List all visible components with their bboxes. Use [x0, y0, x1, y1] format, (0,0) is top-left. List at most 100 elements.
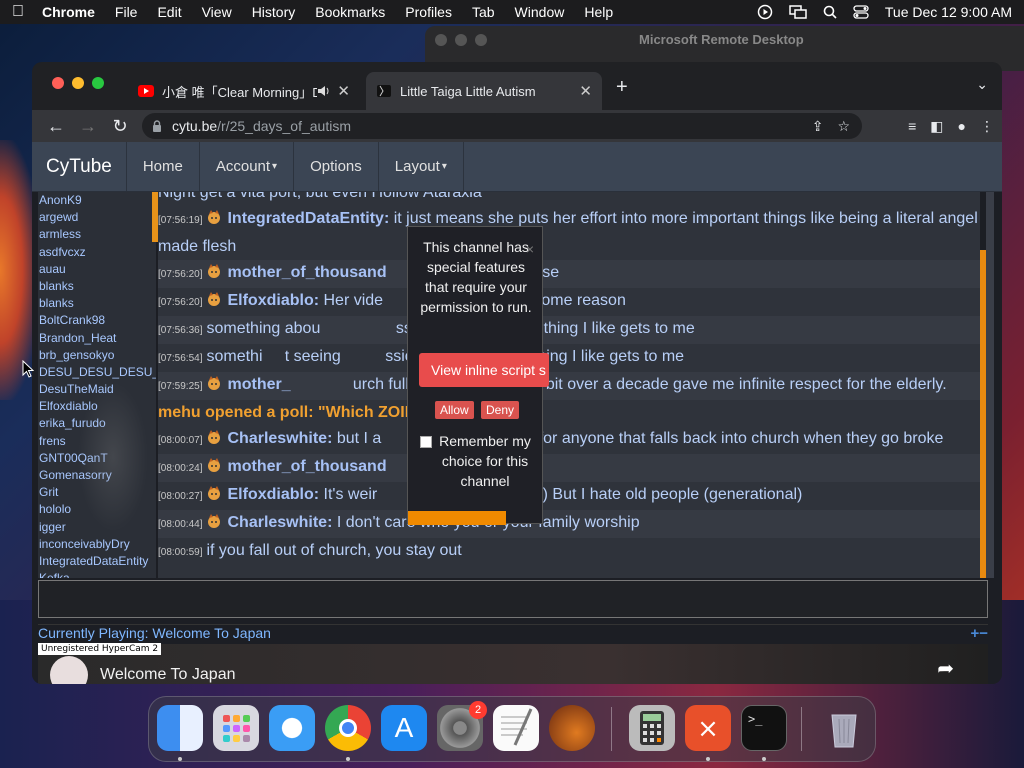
user-list-item[interactable]: auau: [38, 261, 156, 278]
back-arrow-icon[interactable]: ←: [40, 116, 72, 137]
user-list-item[interactable]: BoltCrank98: [38, 312, 156, 329]
user-list-item[interactable]: Kefka: [38, 570, 156, 578]
close-window-button[interactable]: [52, 77, 64, 89]
user-list-item[interactable]: DESU_DESU_DESU_: [38, 364, 156, 381]
remember-choice[interactable]: Remember my choice for this channel: [418, 431, 538, 491]
close-icon[interactable]: ×: [526, 241, 534, 257]
garageband-icon[interactable]: [549, 705, 595, 751]
finder-icon[interactable]: [157, 705, 203, 751]
tab-cytube[interactable]: Little Taiga Little Autism ✕: [366, 72, 602, 110]
user-list-item[interactable]: inconceivablyDry: [38, 536, 156, 553]
textedit-icon[interactable]: [493, 705, 539, 751]
user-list-item[interactable]: blanks: [38, 295, 156, 312]
spotlight-search-icon[interactable]: [823, 5, 837, 19]
share-arrow-icon[interactable]: ➦: [937, 656, 954, 681]
user-list-item[interactable]: armless: [38, 226, 156, 243]
app-store-icon[interactable]: A: [381, 705, 427, 751]
address-bar[interactable]: cytu.be/r/25_days_of_autism ⇪ ☆: [142, 113, 862, 139]
nav-home[interactable]: Home: [127, 142, 200, 191]
menu-edit[interactable]: Edit: [157, 4, 181, 20]
chat-username[interactable]: mother_of_thousand: [227, 264, 386, 281]
chat-username[interactable]: Elfoxdiablo:: [227, 486, 319, 503]
terminal-icon[interactable]: >_: [741, 705, 787, 751]
chrome-icon[interactable]: [325, 705, 371, 751]
trash-icon[interactable]: [821, 705, 867, 751]
forward-arrow-icon[interactable]: →: [72, 116, 104, 137]
speaker-icon[interactable]: [317, 85, 331, 97]
tab-title: Little Taiga Little Autism: [400, 83, 536, 99]
media-queue-icon[interactable]: ≡: [908, 118, 916, 135]
menubar-clock[interactable]: Tue Dec 12 9:00 AM: [885, 4, 1012, 20]
mouse-cursor-icon: [22, 360, 34, 378]
nav-account[interactable]: Account ▾: [200, 142, 295, 191]
cytube-brand[interactable]: CyTube: [32, 142, 127, 191]
nav-layout[interactable]: Layout ▾: [379, 142, 464, 191]
menu-view[interactable]: View: [202, 4, 232, 20]
screen-mirroring-icon[interactable]: [789, 5, 807, 19]
menu-file[interactable]: File: [115, 4, 138, 20]
safari-icon[interactable]: [269, 705, 315, 751]
lock-icon[interactable]: [152, 120, 162, 132]
deny-button[interactable]: Deny: [481, 401, 520, 419]
nav-options[interactable]: Options: [294, 142, 379, 191]
system-settings-icon[interactable]: 2: [437, 701, 487, 751]
remember-checkbox[interactable]: [420, 436, 432, 448]
macos-menubar:  Chrome File Edit View History Bookmark…: [0, 0, 1024, 24]
chat-message: [07:56:54]somethi t seeing ssionate abou…: [158, 344, 980, 372]
chat-message: [07:59:25] mother_ urch full of old peopl…: [158, 372, 980, 400]
zoom-window-button[interactable]: [92, 77, 104, 89]
bookmark-star-icon[interactable]: ☆: [837, 118, 850, 135]
user-list-item[interactable]: asdfvcxz: [38, 244, 156, 261]
tab-youtube[interactable]: 小倉 唯「Clear Morning」D ✕: [128, 72, 360, 110]
share-icon[interactable]: ⇪: [812, 118, 824, 135]
video-title[interactable]: Welcome To Japan: [100, 666, 235, 684]
chat-username[interactable]: Charleswhite:: [227, 430, 332, 447]
close-tab-icon[interactable]: ✕: [579, 82, 592, 100]
chat-message: [08:00:59] if you fall out of church, you…: [158, 538, 980, 566]
user-list-item[interactable]: blanks: [38, 278, 156, 295]
user-list-item[interactable]: AnonK9: [38, 192, 156, 209]
chat-username[interactable]: Elfoxdiablo:: [227, 292, 319, 309]
chat-username[interactable]: mother_of_thousand: [227, 458, 386, 475]
allow-button[interactable]: Allow: [435, 401, 474, 419]
menu-tab[interactable]: Tab: [472, 4, 495, 20]
chrome-window: 小倉 唯「Clear Morning」D ✕ Little Taiga Litt…: [32, 62, 1002, 684]
chat-username[interactable]: Charleswhite:: [227, 514, 332, 531]
menu-bookmarks[interactable]: Bookmarks: [315, 4, 385, 20]
menu-help[interactable]: Help: [584, 4, 613, 20]
view-inline-script-button[interactable]: View inline script s: [419, 353, 549, 387]
media-play-icon[interactable]: [757, 4, 773, 20]
side-panel-icon[interactable]: ◧: [930, 118, 943, 135]
running-indicator: [762, 757, 766, 761]
channel-avatar[interactable]: [50, 656, 88, 684]
tab-search-chevron-icon[interactable]: ⌄: [976, 76, 988, 93]
close-tab-icon[interactable]: ✕: [337, 82, 350, 100]
current-playing-title: Currently Playing: Welcome To Japan: [38, 625, 271, 641]
chat-username[interactable]: mother_: [227, 376, 290, 393]
user-list-item[interactable]: IntegratedDataEntity: [38, 553, 156, 570]
new-tab-button[interactable]: +: [616, 76, 628, 99]
menu-app-name[interactable]: Chrome: [42, 4, 95, 20]
menu-history[interactable]: History: [252, 4, 296, 20]
chat-timestamp: [08:00:24]: [158, 463, 203, 474]
video-player[interactable]: Welcome To Japan ➦: [38, 644, 988, 684]
remote-desktop-icon[interactable]: ⨯: [685, 705, 731, 751]
apple-icon[interactable]: : [12, 3, 24, 21]
menu-profiles[interactable]: Profiles: [405, 4, 452, 20]
kebab-menu-icon[interactable]: ⋮: [980, 118, 994, 135]
user-list-item[interactable]: argewd: [38, 209, 156, 226]
profile-avatar-icon[interactable]: ●: [958, 118, 966, 135]
playlist-expand-buttons[interactable]: +−: [970, 625, 988, 642]
calculator-icon[interactable]: [629, 705, 675, 751]
user-list-item[interactable]: Brandon_Heat: [38, 330, 156, 347]
reload-icon[interactable]: ↻: [104, 116, 136, 137]
control-center-icon[interactable]: [853, 5, 869, 19]
chat-input[interactable]: [38, 580, 988, 618]
chat-scrollbar[interactable]: [986, 192, 994, 578]
menu-window[interactable]: Window: [515, 4, 565, 20]
launchpad-icon[interactable]: [213, 705, 259, 751]
user-avatar-icon: [206, 428, 222, 444]
chat-username[interactable]: IntegratedDataEntity:: [227, 210, 389, 227]
user-list-item[interactable]: brb_gensokyo: [38, 347, 156, 364]
minimize-window-button[interactable]: [72, 77, 84, 89]
